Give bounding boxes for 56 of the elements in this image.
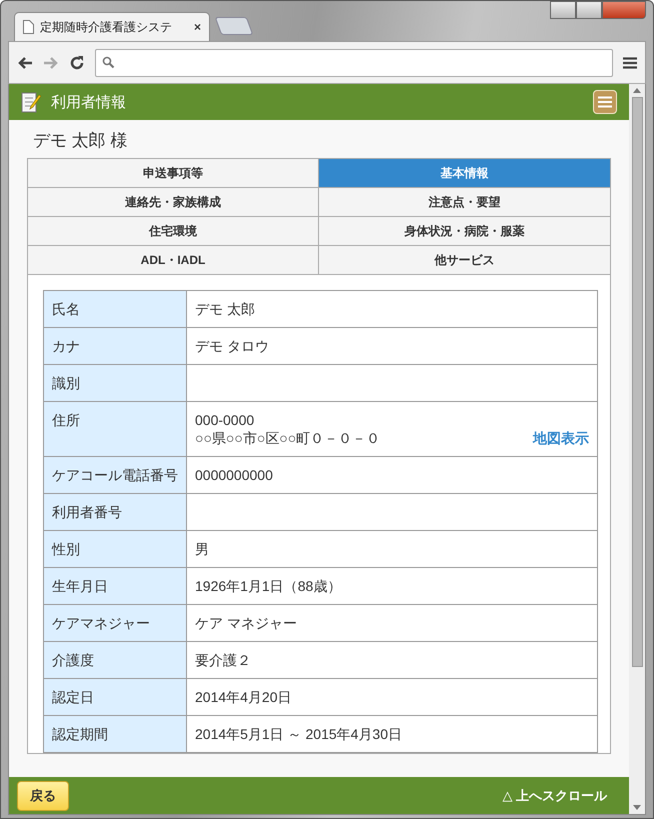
- scroll-down-arrow-icon[interactable]: [633, 805, 642, 810]
- maximize-button[interactable]: [576, 1, 602, 19]
- field-label: 氏名: [44, 290, 186, 328]
- user-name: デモ 太郎 様: [33, 130, 128, 152]
- field-value: ケア マネジャー: [195, 614, 298, 632]
- search-icon: [102, 56, 115, 69]
- field-label: ケアマネジャー: [44, 604, 186, 642]
- scroll-up-arrow-icon[interactable]: [633, 88, 642, 93]
- field-label: 認定期間: [44, 716, 186, 752]
- field-label: 生年月日: [44, 568, 186, 604]
- document-icon: [23, 20, 34, 34]
- menu-button[interactable]: [593, 90, 618, 114]
- address-bar[interactable]: [95, 48, 613, 76]
- field-label: 利用者番号: [44, 494, 186, 530]
- forward-arrow-icon[interactable]: [43, 56, 59, 70]
- field-label: 識別: [44, 364, 186, 402]
- field-value: 0000000000: [195, 466, 274, 484]
- section-tab[interactable]: 基本情報: [319, 159, 610, 188]
- field-value: デモ タロウ: [195, 337, 270, 355]
- section-tab[interactable]: 身体状況・病院・服薬: [319, 217, 610, 246]
- field-label: 介護度: [44, 642, 186, 678]
- notepad-pencil-icon: [21, 91, 41, 113]
- section-tab[interactable]: 他サービス: [319, 246, 610, 275]
- field-label: 住所: [44, 402, 186, 456]
- field-value: 2014年5月1日 ～ 2015年4月30日: [195, 725, 403, 743]
- reload-icon[interactable]: [69, 54, 85, 70]
- section-tab[interactable]: 申送事項等: [28, 159, 320, 188]
- section-tab[interactable]: 連絡先・家族構成: [28, 188, 320, 217]
- field-value: 2014年4月20日: [195, 688, 293, 706]
- field-label: ケアコール電話番号: [44, 456, 186, 494]
- field-value: 1926年1月1日（88歳）: [195, 577, 342, 595]
- menu-icon: [598, 96, 612, 108]
- page-title: 利用者情報: [51, 92, 127, 112]
- field-label: 認定日: [44, 678, 186, 716]
- field-value: 000-0000: [195, 411, 256, 429]
- section-tab[interactable]: 住宅環境: [28, 217, 320, 246]
- tab-close-button[interactable]: ×: [194, 20, 201, 34]
- new-tab-button[interactable]: [214, 17, 254, 35]
- field-label: 性別: [44, 530, 186, 568]
- menu-icon[interactable]: [623, 56, 637, 68]
- section-tab[interactable]: 注意点・要望: [319, 188, 610, 217]
- scrollbar[interactable]: [629, 84, 645, 814]
- browser-tab[interactable]: 定期随時介護看護システ ×: [14, 12, 210, 41]
- field-value: デモ 太郎: [195, 300, 256, 318]
- close-button[interactable]: [602, 1, 646, 19]
- tab-title: 定期随時介護看護システ: [40, 18, 173, 36]
- scroll-to-top-link[interactable]: △ 上へスクロール: [502, 786, 608, 804]
- field-value: ○○県○○市○区○○町０－０－０: [195, 429, 382, 447]
- field-value: 要介護２: [195, 651, 252, 669]
- section-tab[interactable]: ADL・IADL: [28, 246, 320, 275]
- field-value: 男: [195, 540, 210, 558]
- field-label: カナ: [44, 328, 186, 364]
- back-button[interactable]: 戻る: [17, 780, 69, 810]
- back-arrow-icon[interactable]: [17, 56, 33, 70]
- map-link[interactable]: 地図表示: [533, 429, 589, 447]
- minimize-button[interactable]: [550, 1, 576, 19]
